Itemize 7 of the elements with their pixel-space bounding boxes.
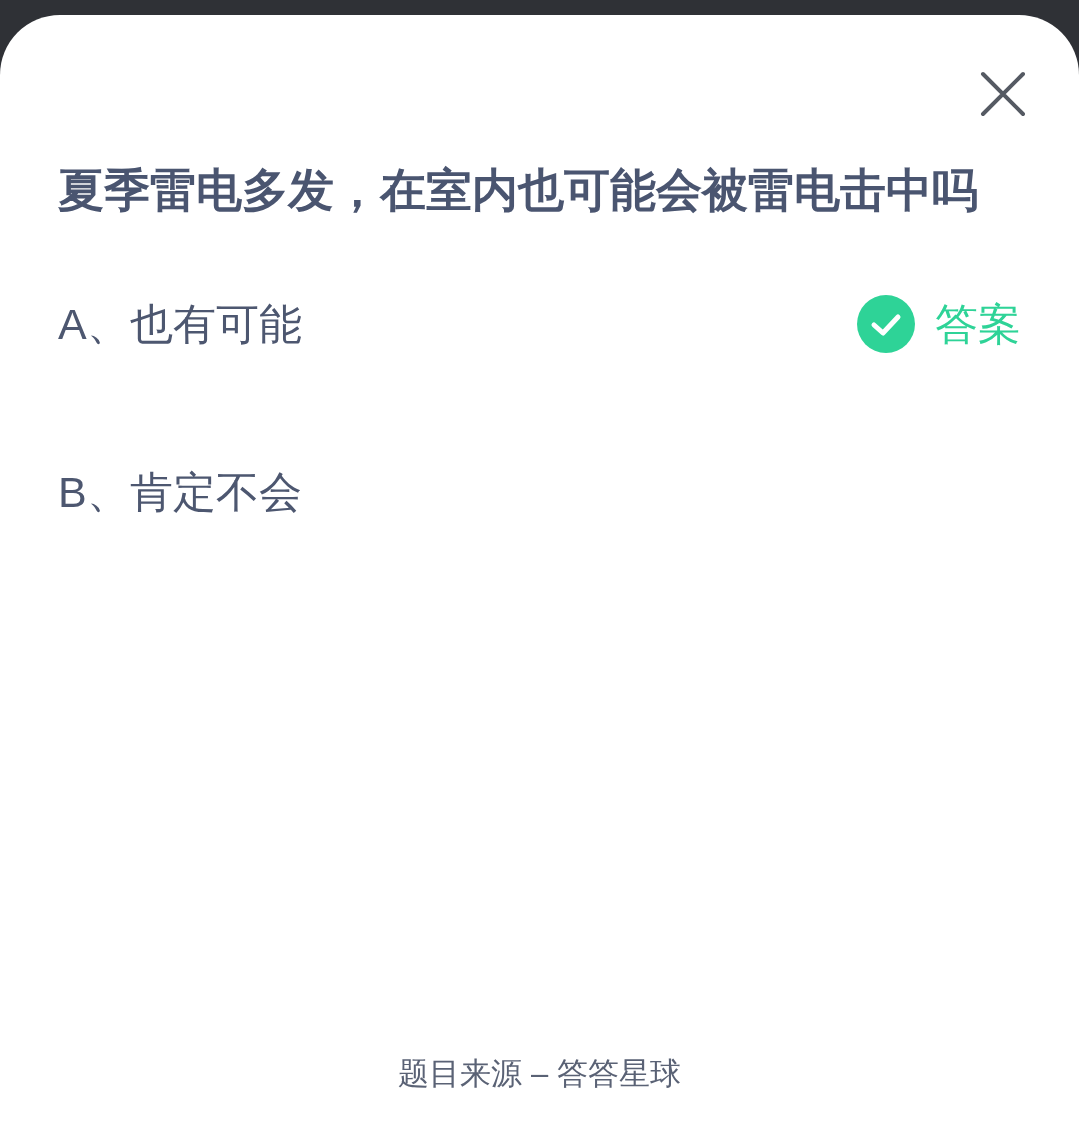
option-text[interactable]: B、肯定不会 (58, 459, 302, 525)
source-footer: 题目来源 – 答答星球 (398, 1050, 681, 1097)
close-icon[interactable] (978, 69, 1028, 119)
question-text: 夏季雷电多发，在室内也可能会被雷电击中吗 (58, 163, 979, 218)
answer-label: 答案 (935, 298, 1021, 350)
option-text[interactable]: A、也有可能 (58, 291, 302, 357)
check-circle-icon (857, 295, 915, 353)
